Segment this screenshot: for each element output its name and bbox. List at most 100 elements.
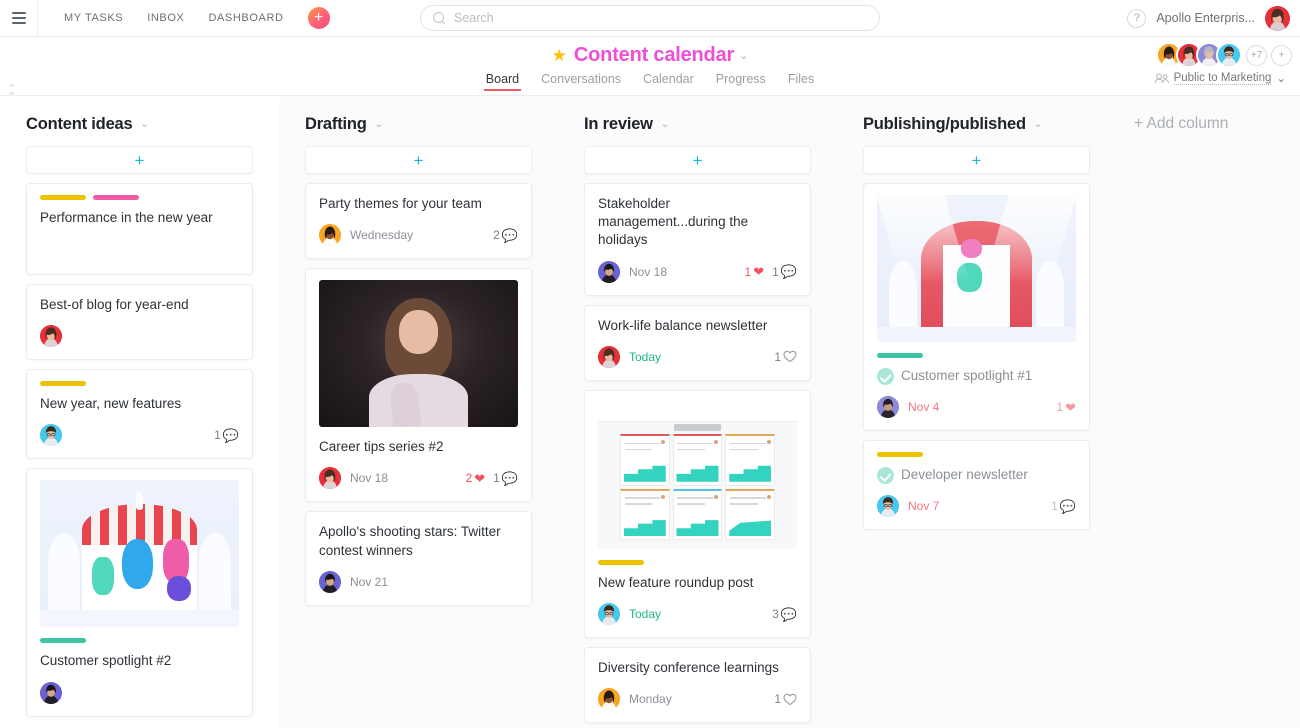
column-body: + Stakeholder management...during the ho… <box>571 146 824 724</box>
task-card[interactable]: Best-of blog for year-end <box>26 284 253 361</box>
comment-count-value: 1 <box>214 428 221 443</box>
tab-board[interactable]: Board <box>483 72 522 91</box>
nav-inbox[interactable]: INBOX <box>135 6 196 30</box>
card-footer: Nov 18 2 ❤ 1 💬 <box>319 467 518 490</box>
column-body: + Performance in the new year Best-of bl… <box>13 146 266 717</box>
column-header[interactable]: In review ⌄ <box>571 97 824 146</box>
avatar[interactable] <box>319 467 341 490</box>
like-count[interactable]: 1 <box>774 692 797 706</box>
add-card-button[interactable]: + <box>863 146 1090 174</box>
avatar[interactable] <box>598 603 620 626</box>
chevron-down-icon[interactable]: ⌄ <box>1034 119 1042 130</box>
completed-check-icon[interactable] <box>877 368 894 385</box>
help-icon[interactable]: ? <box>1127 8 1147 28</box>
avatar[interactable] <box>40 325 62 348</box>
nav-dashboard[interactable]: DASHBOARD <box>196 6 295 30</box>
avatar[interactable] <box>877 396 899 419</box>
chevron-down-icon[interactable]: ⌄ <box>739 49 748 62</box>
task-card[interactable]: Work-life balance newsletter Today 1 <box>584 304 811 381</box>
nav-my-tasks[interactable]: MY TASKS <box>52 6 135 30</box>
column-header[interactable]: Content ideas ⌄ <box>13 97 266 146</box>
task-card[interactable]: Customer spotlight #1 Nov 4 1 ❤ <box>863 183 1090 432</box>
collapse-chevron-icon[interactable]: ⌃ ⌃ <box>7 84 16 103</box>
add-column-button[interactable]: + Add column <box>1116 97 1228 728</box>
add-card-button[interactable]: + <box>305 146 532 174</box>
column-title: Publishing/published <box>863 115 1026 133</box>
task-card[interactable]: Apollo's shooting stars: Twitter contest… <box>305 511 532 606</box>
tag-yellow <box>598 559 644 565</box>
heart-outline-icon <box>783 693 797 706</box>
avatar[interactable] <box>877 495 899 518</box>
chevron-down-icon[interactable]: ⌄ <box>375 119 383 130</box>
task-card[interactable]: Diversity conference learnings Monday 1 <box>584 647 811 724</box>
avatar[interactable] <box>598 688 620 711</box>
heart-count[interactable]: 1 ❤ <box>1056 400 1076 414</box>
column-header[interactable]: Publishing/published ⌄ <box>850 97 1103 146</box>
search-box[interactable] <box>420 5 880 31</box>
task-card[interactable]: Developer newsletter Nov 7 1 💬 <box>863 440 1090 531</box>
tab-files[interactable]: Files <box>788 72 814 91</box>
column-header[interactable]: Drafting ⌄ <box>292 97 545 146</box>
task-card[interactable]: Stakeholder management...during the holi… <box>584 183 811 296</box>
heart-icon: ❤ <box>753 264 765 280</box>
card-footer: Nov 21 <box>319 570 518 593</box>
add-card-button[interactable]: + <box>584 146 811 174</box>
comment-icon: 💬 <box>1059 498 1076 514</box>
task-card[interactable]: New feature roundup post Today 3 💬 <box>584 389 811 639</box>
due-date: Wednesday <box>350 228 414 243</box>
task-card[interactable]: Customer spotlight #2 <box>26 468 253 717</box>
comment-count[interactable]: 1 💬 <box>493 471 518 485</box>
comment-count[interactable]: 3 💬 <box>772 607 797 621</box>
chevron-down-icon: ⌄ <box>1276 73 1286 85</box>
heart-count[interactable]: 2 ❤ <box>466 471 486 485</box>
hamburger-menu-icon[interactable] <box>0 0 38 36</box>
card-title: Developer newsletter <box>901 467 1028 483</box>
tab-conversations[interactable]: Conversations <box>541 72 621 91</box>
like-count-value: 1 <box>774 692 781 707</box>
card-tags <box>598 559 797 565</box>
quick-add-button[interactable]: + <box>307 7 330 29</box>
comment-count[interactable]: 1 💬 <box>772 265 797 279</box>
avatar[interactable] <box>1265 5 1290 31</box>
heart-icon: ❤ <box>1065 399 1076 415</box>
card-thumbnail-circus-illustration <box>40 480 239 628</box>
page-title[interactable]: Content calendar <box>574 44 734 67</box>
like-count[interactable]: 1 <box>774 350 797 364</box>
member-avatars: +7 + <box>1156 42 1292 68</box>
comment-count[interactable]: 1 💬 <box>214 428 239 442</box>
avatar[interactable] <box>1216 42 1242 68</box>
add-member-button[interactable]: + <box>1271 44 1292 66</box>
tab-calendar[interactable]: Calendar <box>643 72 694 91</box>
chevron-down-icon[interactable]: ⌄ <box>661 119 669 130</box>
chevron-down-icon[interactable]: ⌄ <box>141 119 149 130</box>
avatar[interactable] <box>319 570 341 593</box>
avatar[interactable] <box>319 224 341 247</box>
member-overflow-badge[interactable]: +7 <box>1246 44 1267 66</box>
avatar-face <box>598 603 620 626</box>
workspace-name[interactable]: Apollo Enterpris... <box>1156 11 1255 25</box>
tab-progress[interactable]: Progress <box>716 72 766 91</box>
star-icon[interactable]: ★ <box>552 47 567 64</box>
avatar[interactable] <box>40 681 62 704</box>
avatar[interactable] <box>598 260 620 283</box>
avatar[interactable] <box>40 424 62 447</box>
card-metrics: 2 ❤ 1 💬 <box>466 471 518 485</box>
tag-yellow <box>877 452 923 458</box>
card-metrics: 3 💬 <box>772 607 797 621</box>
task-card[interactable]: Party themes for your team Wednesday 2 💬 <box>305 183 532 260</box>
completed-check-icon[interactable] <box>877 467 894 485</box>
comment-count[interactable]: 1 💬 <box>1051 499 1076 513</box>
comment-count[interactable]: 2 💬 <box>493 228 518 242</box>
heart-count[interactable]: 1 ❤ <box>745 265 765 279</box>
add-card-button[interactable]: + <box>26 146 253 174</box>
column-title: Drafting <box>305 115 367 133</box>
privacy-selector[interactable]: Public to Marketing ⌄ <box>1154 71 1292 85</box>
card-thumbnail-circus-stage-illustration <box>877 195 1076 342</box>
task-card[interactable]: Career tips series #2 Nov 18 2 ❤ 1 💬 <box>305 268 532 503</box>
card-thumbnail-woman-photo <box>319 280 518 428</box>
task-card[interactable]: New year, new features 1 💬 <box>26 369 253 460</box>
avatar[interactable] <box>598 345 620 368</box>
task-card[interactable]: Performance in the new year <box>26 183 253 275</box>
card-tags <box>877 353 1076 358</box>
search-input[interactable] <box>454 11 867 25</box>
